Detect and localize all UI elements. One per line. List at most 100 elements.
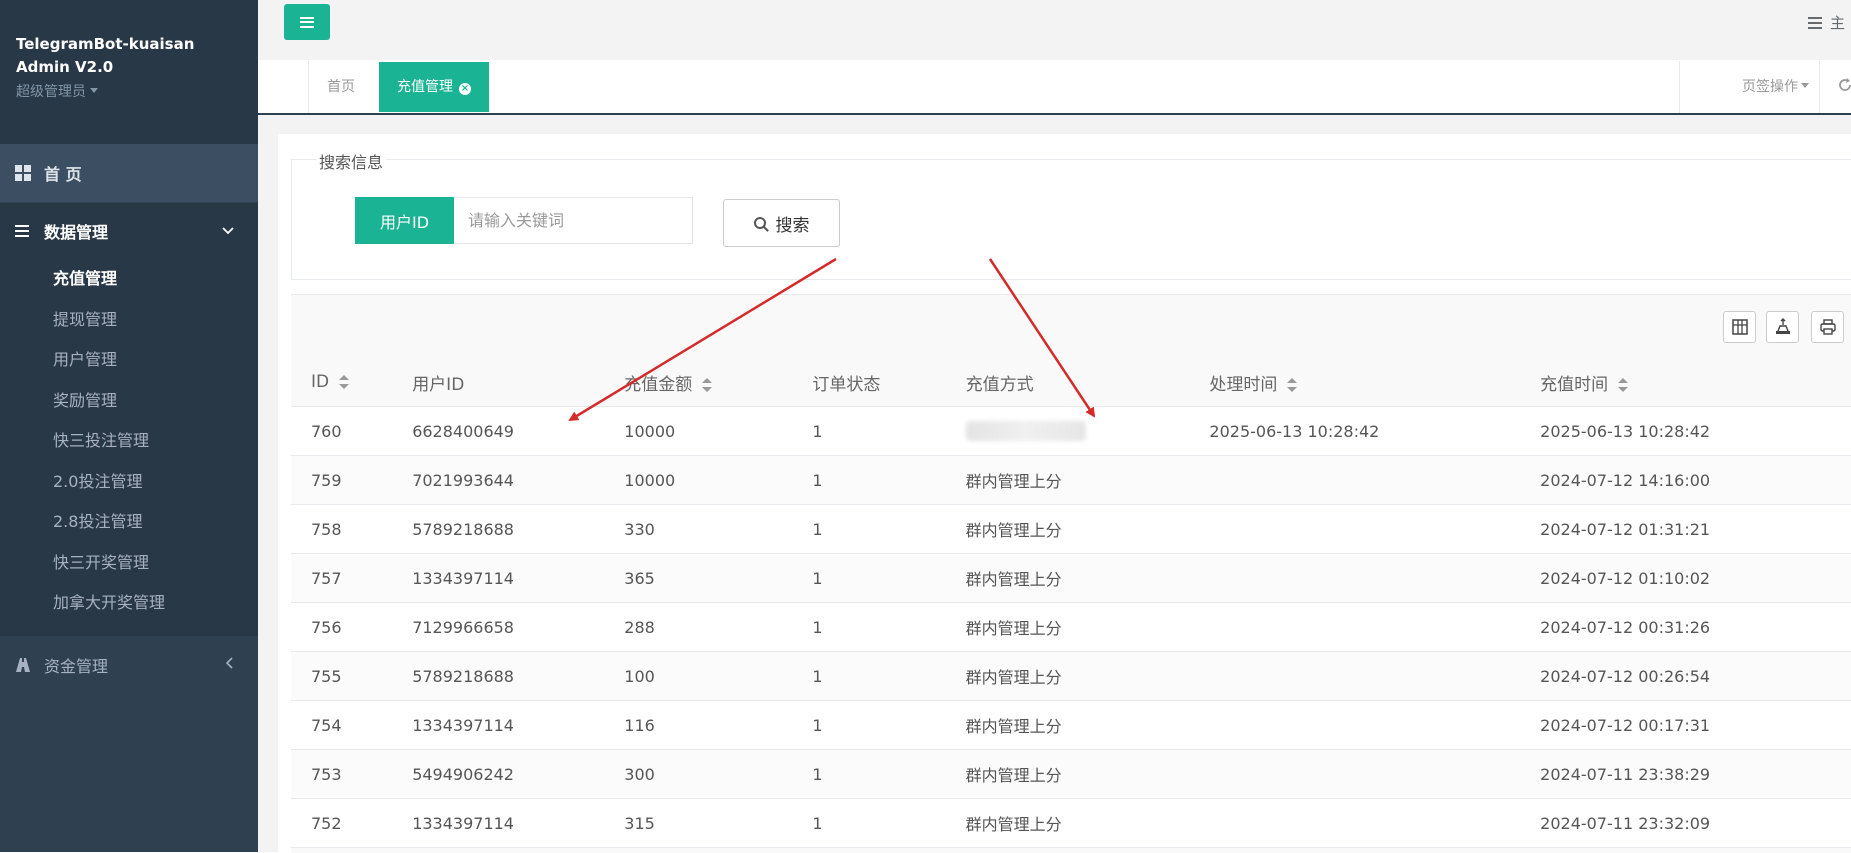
cell-user-id: 5789218688 (392, 651, 605, 701)
column-header-label: 充值金额 (624, 374, 693, 395)
cell-status: 1 (792, 455, 946, 505)
top-navbar: 主 (258, 0, 1851, 60)
cell-recharge-time: 2024-07-12 01:10:02 (1520, 553, 1851, 603)
chevron-down-icon (222, 223, 234, 239)
cell-status: 1 (792, 504, 946, 554)
print-icon (1819, 319, 1836, 335)
caret-down-icon (1801, 83, 1809, 88)
cell-processed-time (1189, 553, 1521, 603)
cell-recharge-time: 2025-06-13 10:28:42 (1520, 406, 1851, 456)
cell-id: 757 (291, 553, 393, 603)
cell-id: 752 (291, 798, 393, 848)
table-row[interactable]: 757 1334397114 365 1 群内管理上分 2024-07-12 01:10:… (291, 553, 1851, 603)
cell-recharge-time: 2024-07-12 14:16:00 (1520, 455, 1851, 505)
cell-method: 群内管理上分 (945, 602, 1190, 652)
tab-label: 充值管理 (397, 79, 453, 95)
table-row[interactable]: 753 5494906242 300 1 群内管理上分 2024-07-11 23:38:… (291, 749, 1851, 799)
sidebar-subitem-2-8-bets[interactable]: 2.8投注管理 (0, 502, 258, 543)
cell-status: 1 (792, 406, 946, 456)
sidebar-brand: TelegramBot-kuaisan Admin V2.0 超级管理员 (0, 0, 258, 144)
cell-id: 760 (291, 406, 393, 456)
sidebar-subitem-withdrawal[interactable]: 提现管理 (0, 300, 258, 341)
column-header-id[interactable]: ID (291, 358, 393, 407)
refresh-icon[interactable] (1838, 61, 1851, 113)
sidebar-item-funds-management[interactable]: 资金管理 (0, 636, 258, 694)
table-body: 760 6628400649 10000 1 2025-06-13 10:28:42 20… (291, 406, 1851, 848)
column-header-recharge-time[interactable]: 充值时间 (1520, 358, 1851, 407)
cell-status: 1 (792, 749, 946, 799)
grid-icon (15, 165, 31, 181)
print-button[interactable] (1811, 311, 1844, 343)
sort-icon (339, 375, 350, 389)
cell-id: 753 (291, 749, 393, 799)
sidebar-subitem-recharge[interactable]: 充值管理 (0, 259, 258, 300)
cell-processed-time: 2025-06-13 10:28:42 (1189, 406, 1521, 456)
road-icon (15, 657, 31, 673)
cell-user-id: 5494906242 (392, 749, 605, 799)
column-header-status: 订单状态 (792, 358, 946, 407)
table-row[interactable]: 754 1334397114 116 1 群内管理上分 2024-07-12 00:17:… (291, 700, 1851, 750)
cell-id: 756 (291, 602, 393, 652)
column-header-processed-time[interactable]: 处理时间 (1189, 358, 1521, 407)
cell-status: 1 (792, 798, 946, 848)
cell-recharge-time: 2024-07-11 23:38:29 (1520, 749, 1851, 799)
table-row[interactable]: 759 7021993644 10000 1 群内管理上分 2024-07-12 14:1… (291, 455, 1851, 505)
sidebar-subitem-rewards[interactable]: 奖励管理 (0, 381, 258, 422)
cell-recharge-time: 2024-07-12 01:31:21 (1520, 504, 1851, 554)
user-role-dropdown[interactable]: 超级管理员 (16, 81, 98, 101)
sidebar-item-home[interactable]: 首 页 (0, 144, 258, 202)
cell-status: 1 (792, 553, 946, 603)
close-icon[interactable]: × (459, 83, 471, 95)
search-input[interactable] (454, 197, 693, 244)
caret-down-icon (90, 88, 98, 93)
menu-toggle-button[interactable] (284, 4, 330, 40)
table-row[interactable]: 758 5789218688 330 1 群内管理上分 2024-07-12 01:31:… (291, 504, 1851, 554)
cell-amount: 300 (604, 749, 793, 799)
cell-amount: 330 (604, 504, 793, 554)
sidebar-subitem-k3-draws[interactable]: 快三开奖管理 (0, 543, 258, 584)
column-header-label: 处理时间 (1209, 374, 1278, 395)
column-header-method: 充值方式 (945, 358, 1190, 407)
column-header-label: 用户ID (412, 374, 465, 395)
export-button[interactable] (1766, 311, 1799, 343)
cell-method: 群内管理上分 (945, 700, 1190, 750)
column-header-label: 订单状态 (812, 374, 881, 395)
export-icon (1775, 318, 1790, 334)
cell-user-id: 1334397114 (392, 553, 605, 603)
cell-amount: 10000 (604, 406, 793, 456)
sidebar-item-data-management[interactable]: 数据管理 (0, 203, 258, 259)
column-header-amount[interactable]: 充值金额 (604, 358, 793, 407)
cell-recharge-time: 2024-07-12 00:31:26 (1520, 602, 1851, 652)
cell-processed-time (1189, 602, 1521, 652)
tab-operations-dropdown[interactable]: 页签操作 (1679, 61, 1820, 113)
cell-user-id: 1334397114 (392, 700, 605, 750)
search-button-label: 搜索 (775, 215, 810, 236)
sort-icon (1618, 377, 1629, 392)
cell-method: 群内管理上分 (945, 553, 1190, 603)
tab-operations-label: 页签操作 (1742, 79, 1798, 95)
table-row[interactable]: 752 1334397114 315 1 群内管理上分 2024-07-11 23:32:… (291, 798, 1851, 848)
sidebar-subitem-canada-draws[interactable]: 加拿大开奖管理 (0, 583, 258, 624)
cell-user-id: 7021993644 (392, 455, 605, 505)
tabs-scroll-left[interactable] (258, 61, 309, 113)
tab-home[interactable]: 首页 (309, 62, 373, 112)
sidebar-item-label: 首 页 (44, 165, 82, 184)
theme-menu[interactable]: 主 (1808, 12, 1845, 33)
sidebar-subitem-k3-bets[interactable]: 快三投注管理 (0, 421, 258, 462)
columns-toggle-button[interactable] (1723, 311, 1756, 343)
sidebar-subitem-users[interactable]: 用户管理 (0, 340, 258, 381)
table-row[interactable]: 755 5789218688 100 1 群内管理上分 2024-07-12 00:26:… (291, 651, 1851, 701)
cell-amount: 100 (604, 651, 793, 701)
page-tabs-bar: 首页 充值管理 × 页签操作 (258, 61, 1851, 115)
table-row[interactable]: 756 7129966658 288 1 群内管理上分 2024-07-12 00:31:… (291, 602, 1851, 652)
search-button[interactable]: 搜索 (723, 199, 840, 247)
cell-method (945, 406, 1190, 456)
sidebar-subitem-2-0-bets[interactable]: 2.0投注管理 (0, 462, 258, 503)
cell-amount: 116 (604, 700, 793, 750)
cell-recharge-time: 2024-07-11 23:32:09 (1520, 798, 1851, 848)
tab-recharge[interactable]: 充值管理 × (379, 62, 489, 112)
table-row[interactable]: 760 6628400649 10000 1 2025-06-13 10:28:42 20… (291, 406, 1851, 456)
cell-amount: 288 (604, 602, 793, 652)
recharge-table: ID 用户ID 充值金额 订单状态 充值方式 处理时间 充值时间 760 6628… (291, 358, 1851, 848)
cell-method: 群内管理上分 (945, 798, 1190, 848)
